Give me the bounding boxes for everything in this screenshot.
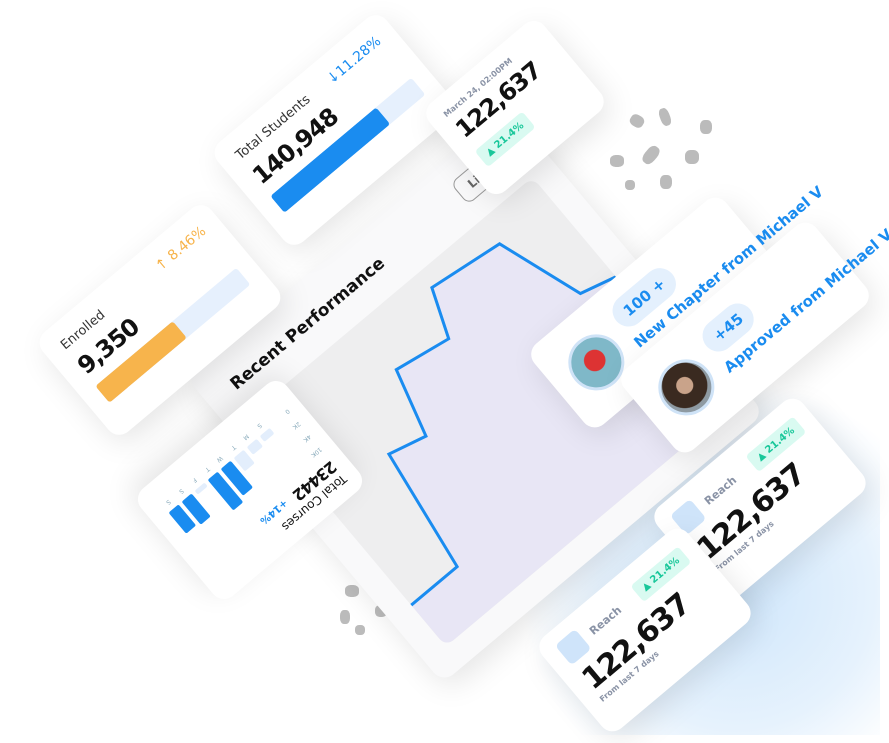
bar [195, 483, 207, 494]
x-tick-label: T [203, 465, 211, 474]
x-tick-label: M [241, 432, 249, 441]
x-tick-label: W [215, 454, 224, 463]
y-tick-label: 10K [309, 446, 323, 459]
avatar [556, 322, 636, 402]
bar [260, 428, 274, 442]
avatar [646, 347, 726, 427]
x-tick-label: S [177, 487, 185, 495]
x-tick-label: F [190, 476, 198, 484]
y-tick-label: 0 [283, 407, 291, 415]
y-tick-label: 2K [290, 420, 301, 431]
x-tick-label: S [255, 422, 263, 430]
y-tick-label: 4K [301, 433, 312, 444]
bar [247, 439, 263, 454]
reach-label: Reach [586, 603, 624, 638]
x-tick-label: S [164, 498, 172, 506]
x-tick-label: T [229, 443, 237, 452]
reach-label: Reach [701, 473, 739, 508]
